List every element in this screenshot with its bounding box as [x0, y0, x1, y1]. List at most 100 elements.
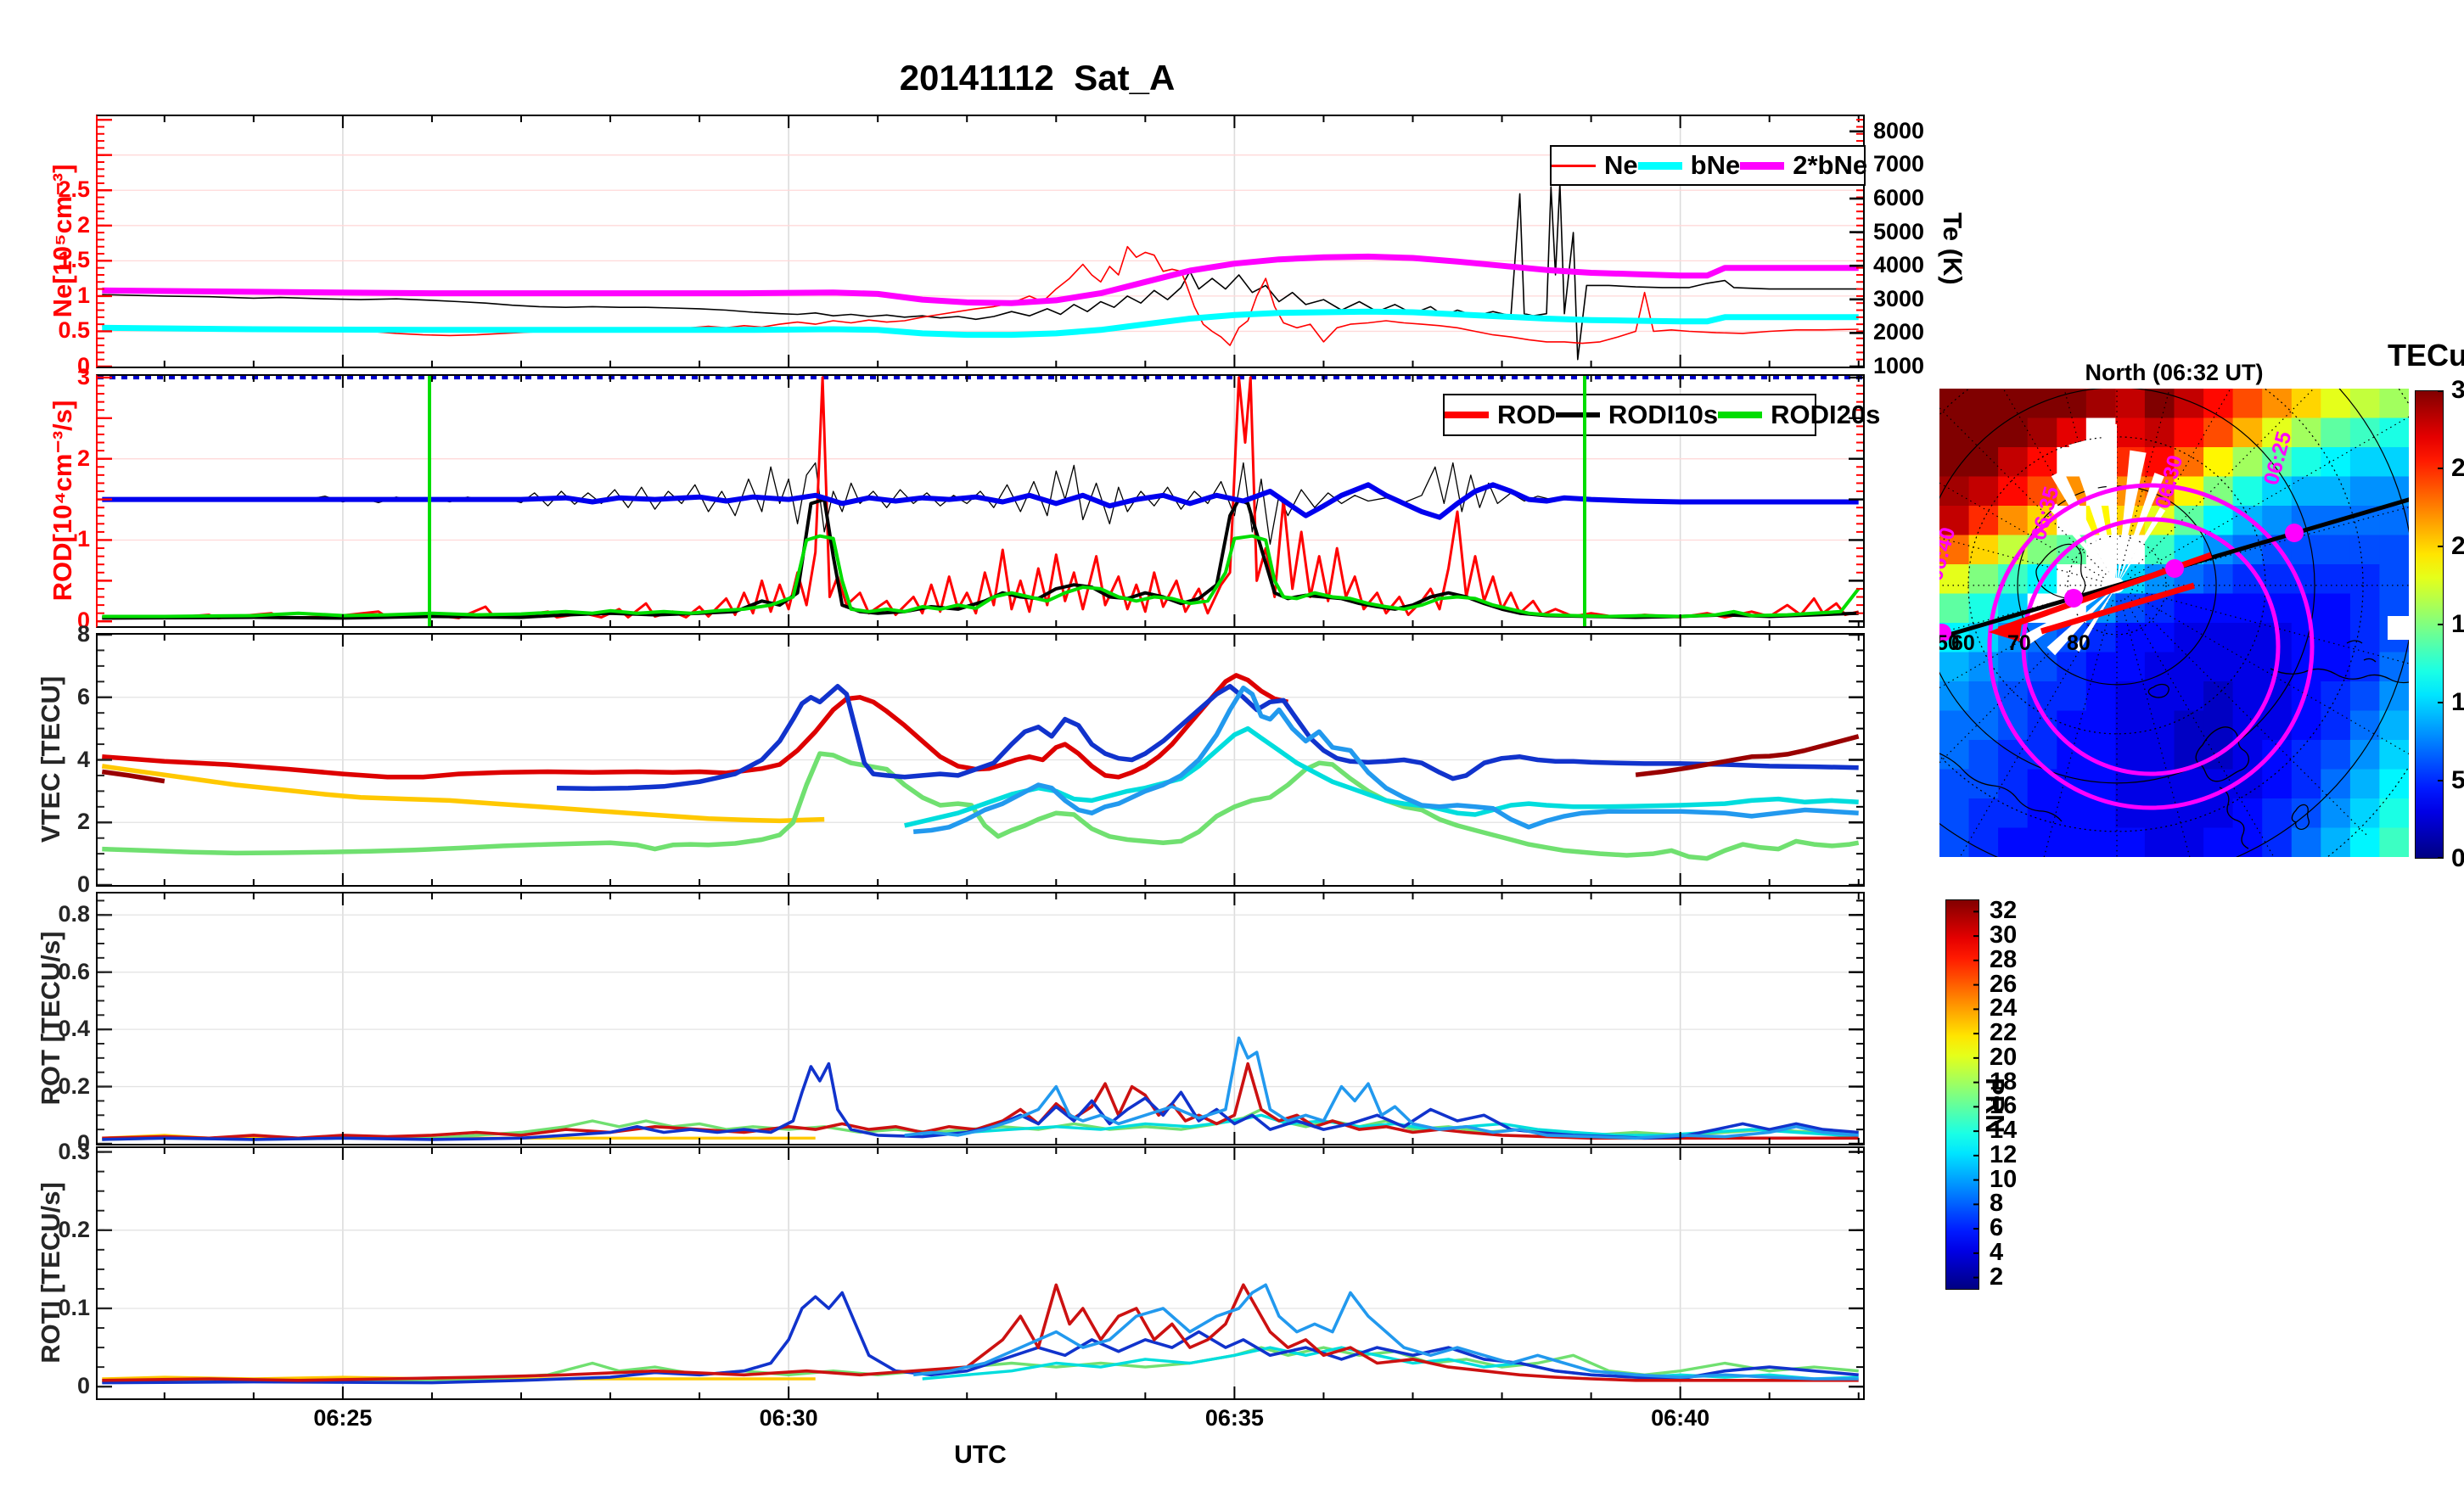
prn-bar-tick-label: 6 — [1990, 1214, 2004, 1242]
polar-tec-map: 06:2506:3006:3506:405060 70 80 — [1939, 389, 2409, 857]
tec-cell — [2085, 652, 2116, 682]
y-tick-label-vtec: 6 — [76, 683, 90, 709]
tec-cell — [2085, 681, 2116, 712]
tec-cell — [2379, 417, 2409, 448]
tec-cell — [2291, 389, 2321, 419]
legend-line-ne — [1552, 164, 1596, 167]
tec-cell — [2349, 710, 2381, 741]
y-tick-label-rod: 1 — [76, 526, 90, 552]
tec-cell — [2291, 623, 2321, 653]
tec-cell — [2027, 827, 2057, 857]
series-rot-red — [102, 1061, 1859, 1140]
tec-cell — [2321, 652, 2351, 682]
prn-bar-tick-label: 8 — [1990, 1190, 2004, 1218]
tec-bar-tick-label: 20 — [2451, 532, 2464, 560]
tec-bar-tick-label: 0 — [2451, 844, 2464, 872]
tec-cell — [2203, 681, 2234, 712]
tec-cell — [1939, 652, 1970, 682]
te-tick-label: 2000 — [1873, 319, 1925, 345]
te-tick-label: 6000 — [1873, 185, 1925, 210]
y-tick-label-rot: 0.2 — [58, 1073, 90, 1099]
tec-cell — [2321, 623, 2351, 653]
figure-root: 20141112 Sat_A Ne[10⁵cm⁻³] ROD[10⁴cm⁻³/s… — [0, 0, 2464, 1490]
tec-cell — [2115, 389, 2146, 419]
tec-cell — [2115, 652, 2146, 682]
tec-cell — [2232, 827, 2263, 857]
no-data-patch — [2388, 616, 2409, 640]
tec-cell — [1998, 417, 2029, 448]
prn-colorbar — [1945, 899, 1979, 1290]
legend-label-bne: bNe — [1690, 150, 1741, 180]
tec-cell — [2349, 740, 2381, 770]
latitude-label: 70 — [2007, 631, 2031, 655]
tec-cell — [1998, 389, 2029, 419]
tec-cell — [2115, 827, 2146, 857]
legend-line-bne — [1637, 161, 1682, 170]
data-gap-line — [1583, 376, 1587, 626]
y-tick-label-ne: 1 — [76, 282, 90, 308]
prn-bar-tick-label: 4 — [1990, 1238, 2004, 1266]
prn-bar-tick-label: 26 — [1990, 970, 2018, 998]
te-tick-label: 8000 — [1873, 117, 1925, 143]
tec-cell — [2203, 447, 2234, 478]
tec-cell — [2232, 593, 2263, 624]
tec-cell — [2349, 535, 2381, 565]
tec-cell — [2115, 681, 2146, 712]
tec-cell — [1939, 389, 1970, 419]
tec-cell — [2262, 798, 2293, 829]
latitude-label: 60 — [1951, 631, 1975, 655]
tec-cell — [1998, 827, 2029, 857]
tec-cell — [2232, 476, 2263, 507]
tec-cell — [2291, 417, 2321, 448]
tec-cell — [2321, 389, 2351, 419]
tec-cell — [1939, 798, 1970, 829]
series-RODI10s — [102, 497, 1859, 620]
tec-cell — [1939, 740, 1970, 770]
tec-cell — [2174, 623, 2204, 653]
prn-bar-tick-label: 22 — [1990, 1019, 2018, 1047]
tec-cell — [2262, 769, 2293, 799]
series-prn-red — [102, 673, 1289, 780]
tec-cell — [2379, 389, 2409, 419]
y-tick-label-vtec: 2 — [76, 809, 90, 835]
y-tick-label-ne: 2 — [76, 211, 90, 238]
tec-bar-tick-label: 30 — [2451, 376, 2464, 404]
legend-item-ne: Ne — [1552, 150, 1638, 181]
tec-cell — [2085, 710, 2116, 741]
prn-bar-tick-label: 16 — [1990, 1092, 2018, 1120]
tec-cell — [2321, 798, 2351, 829]
tec-cell — [2115, 623, 2146, 653]
tec-cell — [1939, 769, 1970, 799]
tec-cell — [2115, 710, 2146, 741]
tec-cell — [2349, 623, 2381, 653]
track-time-dot — [2165, 559, 2184, 578]
tec-bar-tick-label: 25 — [2451, 454, 2464, 482]
tec-cell — [2321, 593, 2351, 624]
tec-cell — [1968, 740, 1999, 770]
y-tick-label-roti: 0.3 — [58, 1138, 90, 1164]
tec-cell — [2349, 476, 2381, 507]
tec-cell — [1968, 798, 1999, 829]
tec-cell — [2349, 769, 2381, 799]
tec-cell — [2291, 447, 2321, 478]
tec-cell — [2232, 389, 2263, 419]
tec-cell — [2379, 827, 2409, 857]
panel-plot-roti — [98, 1148, 1863, 1398]
tec-colorbar-title: TECu — [2388, 338, 2464, 372]
tec-cell — [2321, 681, 2351, 712]
tec-cell — [2379, 681, 2409, 712]
tec-cell — [2321, 710, 2351, 741]
tec-cell — [2027, 798, 2057, 829]
tec-cell — [1968, 564, 1999, 595]
tec-cell — [2379, 564, 2409, 595]
te-tick-label: 3000 — [1873, 285, 1925, 311]
legend-item-rod: ROD — [1445, 400, 1556, 430]
tec-cell — [2349, 447, 2381, 478]
te-tick-label: 5000 — [1873, 218, 1925, 244]
tec-cell — [2203, 623, 2234, 653]
map-title: North (06:32 UT) — [2085, 360, 2264, 385]
tec-cell — [2321, 535, 2351, 565]
prn-bar-tick-label: 2 — [1990, 1263, 2004, 1291]
te-tick-label: 4000 — [1873, 252, 1925, 278]
tec-cell — [2349, 681, 2381, 712]
